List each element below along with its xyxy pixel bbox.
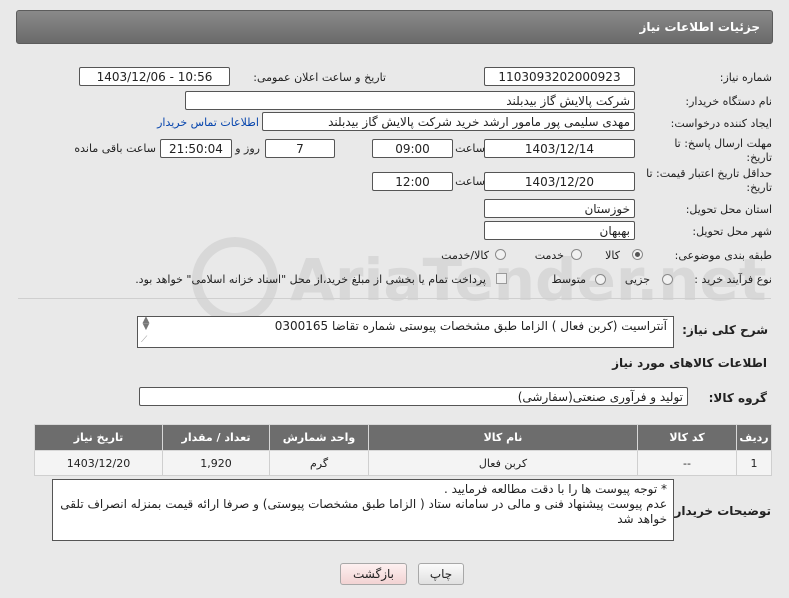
table-row[interactable]: 1 -- کربن فعال گرم 1,920 1403/12/20 [34, 450, 772, 476]
panel-title: جزئیات اطلاعات نیاز [639, 20, 760, 34]
col-unit: واحد شمارش [269, 424, 369, 451]
purchase-medium-radio[interactable] [595, 274, 606, 285]
cell-row: 1 [736, 450, 772, 476]
price-validity-time-label: ساعت [455, 175, 485, 188]
category-goods-service-radio[interactable] [495, 249, 506, 260]
section-divider [18, 298, 771, 299]
category-goods-service-label: کالا/خدمت [441, 249, 489, 262]
buyer-notes-line-1: * توجه پیوست ها را با دقت مطالعه فرمایید… [443, 482, 667, 496]
deadline-time-field: 09:00 [372, 139, 453, 158]
deadline-date-field: 1403/12/14 [484, 139, 635, 158]
col-need-date: تاریخ نیاز [34, 424, 163, 451]
days-field: 7 [265, 139, 335, 158]
panel-header: جزئیات اطلاعات نیاز [16, 10, 773, 44]
price-validity-time-field: 12:00 [372, 172, 453, 191]
need-number-field: 1103093202000923 [484, 67, 635, 86]
buyer-org-field: شرکت پالایش گاز بیدبلند [185, 91, 635, 110]
back-button[interactable]: بازگشت [340, 563, 407, 585]
buyer-org-label: نام دستگاه خریدار: [685, 95, 772, 108]
goods-section-title: اطلاعات کالاهای مورد نیاز [612, 356, 767, 370]
buyer-notes-label: توضیحات خریدار: [669, 504, 771, 518]
creator-field: مهدی سلیمی پور مامور ارشد خرید شرکت پالا… [262, 112, 635, 131]
city-field: بهبهان [484, 221, 635, 240]
remaining-time-field: 21:50:04 [160, 139, 232, 158]
purchase-minor-radio[interactable] [662, 274, 673, 285]
need-number-label: شماره نیاز: [719, 71, 772, 84]
purchase-medium-label: متوسط [551, 273, 586, 286]
category-label: طبقه بندی موضوعی: [674, 249, 772, 262]
col-code: کد کالا [637, 424, 737, 451]
goods-group-field: تولید و فرآوری صنعتی(سفارشی) [139, 387, 688, 406]
contact-info-link[interactable]: اطلاعات تماس خریدار [157, 116, 259, 129]
description-textarea[interactable]: آنتراسیت (کربن فعال ) الزاما طبق مشخصات … [137, 316, 674, 348]
announce-label: تاریخ و ساعت اعلان عمومی: [253, 71, 386, 84]
cell-name: کربن فعال [368, 450, 638, 476]
treasury-payment-note: پرداخت تمام یا بخشی از مبلغ خرید،از محل … [135, 273, 486, 286]
category-goods-label: کالا [605, 249, 620, 262]
province-field: خوزستان [484, 199, 635, 218]
deadline-time-label: ساعت [455, 142, 485, 155]
buyer-notes-box[interactable]: * توجه پیوست ها را با دقت مطالعه فرمایید… [52, 479, 674, 541]
goods-table-header: ردیف کد کالا نام کالا واحد شمارش تعداد /… [34, 424, 772, 451]
textarea-resize-icon[interactable]: ⟋ [141, 335, 151, 345]
col-name: نام کالا [368, 424, 638, 451]
description-label: شرح کلی نیاز: [682, 323, 768, 337]
print-button[interactable]: چاپ [418, 563, 464, 585]
deadline-label: مهلت ارسال پاسخ: تا تاریخ: [674, 137, 772, 164]
category-service-label: خدمت [534, 249, 564, 262]
price-validity-date-field: 1403/12/20 [484, 172, 635, 191]
col-quantity: تعداد / مقدار [162, 424, 270, 451]
days-label: روز و [235, 142, 260, 155]
purchase-minor-label: جزیی [624, 273, 650, 286]
cell-need-date: 1403/12/20 [34, 450, 163, 476]
cell-unit: گرم [269, 450, 369, 476]
buyer-notes-line-3: خواهد شد [617, 512, 667, 526]
goods-table: ردیف کد کالا نام کالا واحد شمارش تعداد /… [34, 424, 772, 476]
category-goods-radio[interactable] [632, 249, 643, 260]
category-service-radio[interactable] [571, 249, 582, 260]
remaining-label: ساعت باقی مانده [74, 142, 156, 155]
cell-code: -- [637, 450, 737, 476]
description-text: آنتراسیت (کربن فعال ) الزاما طبق مشخصات … [274, 319, 667, 333]
col-row: ردیف [736, 424, 772, 451]
purchase-type-label: نوع فرآیند خرید : [694, 273, 772, 286]
cell-quantity: 1,920 [162, 450, 270, 476]
buyer-notes-line-2: عدم پیوست پیشنهاد فنی و مالی در سامانه س… [60, 497, 667, 511]
city-label: شهر محل تحویل: [692, 225, 772, 238]
announce-field: 1403/12/06 - 10:56 [79, 67, 230, 86]
goods-group-label: گروه کالا: [708, 391, 767, 405]
treasury-payment-checkbox[interactable] [496, 273, 507, 284]
province-label: استان محل تحویل: [685, 203, 772, 216]
textarea-spin-icon[interactable]: ▲ ▼ [140, 316, 152, 332]
creator-label: ایجاد کننده درخواست: [670, 117, 772, 130]
price-validity-label: حداقل تاریخ اعتبار قیمت: تا تاریخ: [646, 167, 772, 194]
